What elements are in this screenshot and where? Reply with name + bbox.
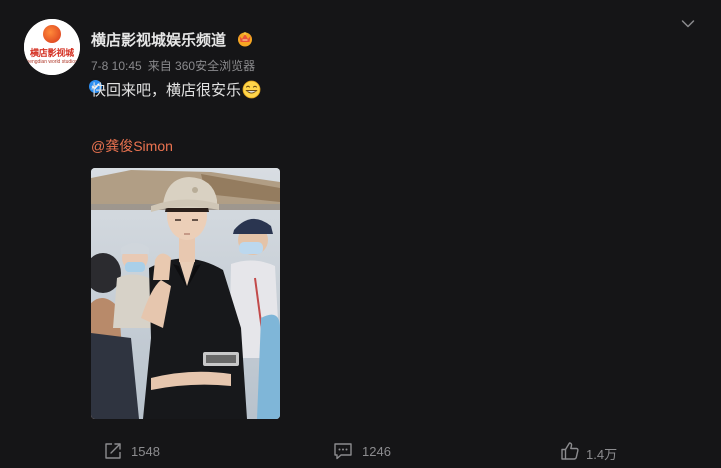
smile-emoji-icon — [242, 80, 261, 99]
avatar-logo: 横店影视城 hengdian world studios — [24, 19, 80, 75]
post-body: 快回来吧，横店很安乐 — [91, 80, 261, 101]
repost-count: 1548 — [131, 444, 160, 459]
vip-crown-icon[interactable] — [236, 30, 254, 47]
avatar-logo-subtext: hengdian world studios — [26, 59, 78, 65]
comment-icon — [333, 441, 353, 461]
repost-icon — [103, 441, 123, 461]
mention-link[interactable]: @龚俊Simon — [91, 136, 173, 156]
author-name[interactable]: 横店影视城娱乐频道 — [91, 29, 226, 50]
post-text: 快回来吧，横店很安乐 — [91, 82, 242, 99]
weibo-post-card: 横店影视城 hengdian world studios 横店影视城娱乐频道 7… — [0, 0, 721, 468]
comment-count: 1246 — [362, 444, 391, 459]
post-source: 来自 360安全浏览器 — [147, 59, 256, 73]
post-photo[interactable] — [91, 168, 280, 419]
chevron-down-icon[interactable] — [680, 16, 696, 32]
avatar-logo-text: 横店影视城 — [29, 48, 74, 58]
avatar[interactable]: 横店影视城 hengdian world studios — [24, 19, 104, 95]
post-time[interactable]: 7-8 10:45 — [91, 59, 142, 73]
logo-sun-icon — [43, 25, 61, 43]
post-meta: 7-8 10:45 来自 360安全浏览器 — [91, 57, 261, 74]
like-icon — [560, 441, 580, 461]
like-count: 1.4万 — [586, 447, 618, 462]
